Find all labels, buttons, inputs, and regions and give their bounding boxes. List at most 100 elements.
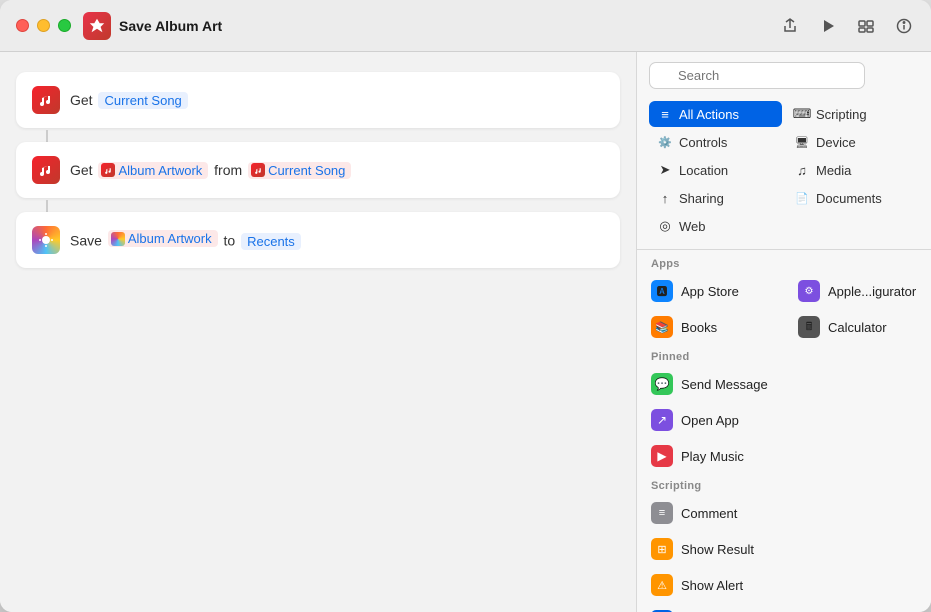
action-item-show-alert[interactable]: ⚠ Show Alert: [637, 567, 931, 603]
sidebar: 🔍 ≡ All Actions ⌨ Scripting ⚙️ Controls: [636, 52, 931, 612]
step-2-icon: [32, 156, 60, 184]
action-item-app-store[interactable]: 🅰 App Store: [637, 273, 784, 309]
action-list: Apps 🅰 App Store ⚙ Apple...igurator 📚 Bo…: [637, 252, 931, 612]
action-item-books[interactable]: 📚 Books: [637, 309, 784, 345]
divider-1: [637, 249, 931, 250]
action-item-show-result[interactable]: ⊞ Show Result: [637, 531, 931, 567]
step-3-token1[interactable]: Album Artwork: [108, 230, 218, 247]
location-icon: ➤: [657, 162, 673, 178]
open-app-label: Open App: [681, 413, 739, 428]
sharing-label: Sharing: [679, 191, 724, 206]
configurator-label: Apple...igurator: [828, 284, 916, 299]
gallery-button[interactable]: [855, 15, 877, 37]
step-2-token2[interactable]: Current Song: [248, 162, 351, 179]
music-token-icon-2: [254, 166, 263, 175]
step-3-icon: [32, 226, 60, 254]
comment-icon: ≡: [651, 502, 673, 524]
action-item-open-app[interactable]: ↗ Open App: [637, 402, 931, 438]
titlebar: Save Album Art: [0, 0, 931, 52]
minimize-button[interactable]: [37, 19, 50, 32]
music-icon-2: [38, 162, 54, 178]
window-title: Save Album Art: [119, 18, 779, 34]
step-2-text: Get Album Artwork from: [70, 162, 353, 179]
sidebar-item-controls[interactable]: ⚙️ Controls: [649, 129, 782, 155]
music-token-icon: [104, 166, 113, 175]
token-music-badge-2: [251, 163, 265, 177]
token-music-badge-1: [101, 163, 115, 177]
step-2[interactable]: Get Album Artwork from: [16, 142, 620, 198]
scripting-icon: ⌨: [794, 106, 810, 122]
step-1-token[interactable]: Current Song: [98, 92, 187, 109]
web-label: Web: [679, 219, 706, 234]
app-store-label: App Store: [681, 284, 739, 299]
step-1-text: Get Current Song: [70, 92, 190, 109]
action-item-ask-for-input[interactable]: ? Ask for Input: [637, 603, 931, 612]
sidebar-item-documents[interactable]: 📄 Documents: [786, 185, 919, 211]
play-button[interactable]: [817, 15, 839, 37]
action-item-configurator[interactable]: ⚙ Apple...igurator: [784, 273, 931, 309]
sidebar-item-all-actions[interactable]: ≡ All Actions: [649, 101, 782, 127]
calculator-label: Calculator: [828, 320, 887, 335]
connector-2: [46, 200, 48, 212]
media-label: Media: [816, 163, 851, 178]
controls-icon: ⚙️: [657, 134, 673, 150]
sidebar-item-scripting[interactable]: ⌨ Scripting: [786, 101, 919, 127]
all-actions-label: All Actions: [679, 107, 739, 122]
send-message-label: Send Message: [681, 377, 768, 392]
sidebar-item-media[interactable]: ♫ Media: [786, 157, 919, 183]
sharing-icon: ↑: [657, 190, 673, 206]
maximize-button[interactable]: [58, 19, 71, 32]
action-item-comment[interactable]: ≡ Comment: [637, 495, 931, 531]
search-bar: 🔍: [637, 52, 931, 97]
open-app-icon: ↗: [651, 409, 673, 431]
step-3[interactable]: Save Album Artwork to Recents: [16, 212, 620, 268]
show-result-label: Show Result: [681, 542, 754, 557]
step-3-text: Save Album Artwork to Recents: [70, 230, 303, 250]
calculator-icon: 🖩: [798, 316, 820, 338]
books-label: Books: [681, 320, 717, 335]
show-result-icon: ⊞: [651, 538, 673, 560]
sidebar-item-location[interactable]: ➤ Location: [649, 157, 782, 183]
scripting-section-label: Scripting: [637, 474, 931, 495]
workflow-canvas: Get Current Song Get: [0, 52, 636, 612]
token-photos-badge: [111, 232, 125, 246]
web-icon: ◎: [657, 218, 673, 234]
sidebar-item-web[interactable]: ◎ Web: [649, 213, 782, 239]
pinned-section-label: Pinned: [637, 345, 931, 366]
info-button[interactable]: [893, 15, 915, 37]
show-alert-icon: ⚠: [651, 574, 673, 596]
share-button[interactable]: [779, 15, 801, 37]
documents-icon: 📄: [794, 190, 810, 206]
send-message-icon: 💬: [651, 373, 673, 395]
media-icon: ♫: [794, 162, 810, 178]
categories-grid: ≡ All Actions ⌨ Scripting ⚙️ Controls 🖥 …: [637, 97, 931, 247]
action-item-send-message[interactable]: 💬 Send Message: [637, 366, 931, 402]
titlebar-actions: [779, 15, 915, 37]
step-1-icon: [32, 86, 60, 114]
sidebar-item-sharing[interactable]: ↑ Sharing: [649, 185, 782, 211]
action-item-play-music[interactable]: ▶ Play Music: [637, 438, 931, 474]
step-3-token2[interactable]: Recents: [241, 233, 301, 250]
play-music-icon: ▶: [651, 445, 673, 467]
traffic-lights: [16, 19, 71, 32]
app-window: Save Album Art: [0, 0, 931, 612]
connector-1: [46, 130, 48, 142]
books-icon: 📚: [651, 316, 673, 338]
scripting-label: Scripting: [816, 107, 867, 122]
search-wrapper: 🔍: [649, 62, 919, 89]
music-icon: [38, 92, 54, 108]
device-label: Device: [816, 135, 856, 150]
close-button[interactable]: [16, 19, 29, 32]
apps-section-label: Apps: [637, 252, 931, 273]
step-1[interactable]: Get Current Song: [16, 72, 620, 128]
step-2-token1[interactable]: Album Artwork: [98, 162, 208, 179]
comment-label: Comment: [681, 506, 737, 521]
search-input[interactable]: [649, 62, 865, 89]
device-icon: 🖥: [794, 134, 810, 150]
app-store-icon: 🅰: [651, 280, 673, 302]
controls-label: Controls: [679, 135, 727, 150]
action-item-calculator[interactable]: 🖩 Calculator: [784, 309, 931, 345]
main-content: Get Current Song Get: [0, 52, 931, 612]
sidebar-item-device[interactable]: 🖥 Device: [786, 129, 919, 155]
app-icon: [83, 12, 111, 40]
